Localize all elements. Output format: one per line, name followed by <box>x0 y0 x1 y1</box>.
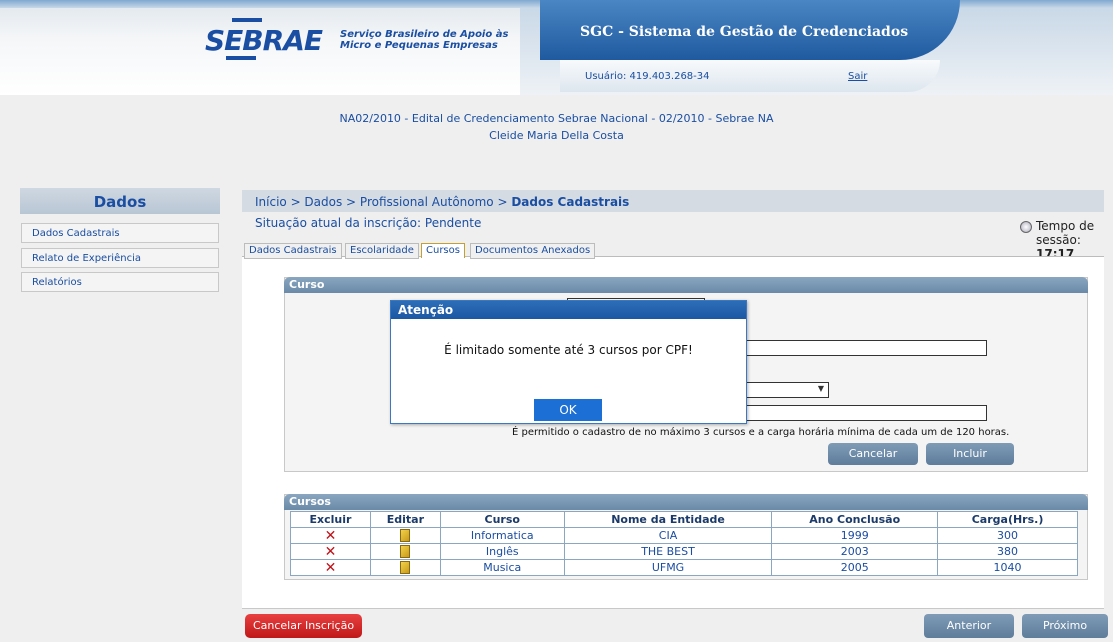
logo-bar <box>232 18 262 22</box>
delete-icon[interactable]: ✕ <box>325 544 337 560</box>
column-header: Ano Conclusão <box>771 511 939 528</box>
carga-cell: 1040 <box>937 559 1078 576</box>
sidebar-title: Dados <box>20 188 220 214</box>
edit-icon[interactable] <box>400 561 411 575</box>
curso-cell: Informatica <box>439 527 565 544</box>
edit-icon[interactable] <box>400 529 411 543</box>
column-header: Curso <box>439 511 565 528</box>
ano-select[interactable]: ▼ <box>745 382 829 398</box>
breadcrumb: Início > Dados > Profissional Autônomo >… <box>255 195 629 209</box>
curso-cell: Musica <box>439 559 565 576</box>
page-header: SEBRAE Serviço Brasileiro de Apoio às Mi… <box>0 0 1113 95</box>
cursos-section-title: Cursos <box>284 494 1088 510</box>
ok-button[interactable]: OK <box>534 399 602 421</box>
table-row: ✕ Informatica CIA 1999 300 <box>290 527 1078 544</box>
edit-cell <box>369 527 441 544</box>
entidade-field[interactable] <box>745 340 987 356</box>
table-row: ✕ Inglês THE BEST 2003 380 <box>290 543 1078 560</box>
column-header: Editar <box>369 511 441 528</box>
delete-cell: ✕ <box>290 559 371 576</box>
delete-cell: ✕ <box>290 527 371 544</box>
system-title: SGC - Sistema de Gestão de Credenciados <box>580 24 909 40</box>
include-button[interactable]: Incluir <box>926 443 1014 465</box>
column-header: Excluir <box>290 511 371 528</box>
user-name: Cleide Maria Della Costa <box>489 129 624 142</box>
logout-link[interactable]: Sair <box>848 71 867 82</box>
curso-cell: Inglês <box>439 543 565 560</box>
cursos-table: Excluir Editar Curso Nome da Entidade An… <box>290 511 1078 576</box>
delete-cell: ✕ <box>290 543 371 560</box>
ano-cell: 2005 <box>771 559 939 576</box>
tab-cursos[interactable]: Cursos <box>421 243 465 258</box>
delete-icon[interactable]: ✕ <box>325 560 337 576</box>
edit-cell <box>369 543 441 560</box>
cancel-registration-button[interactable]: Cancelar Inscrição <box>245 614 362 638</box>
delete-icon[interactable]: ✕ <box>325 528 337 544</box>
breadcrumb-current: Dados Cadastrais <box>511 195 630 209</box>
footer-divider <box>242 608 1104 609</box>
tab-escolaridade[interactable]: Escolaridade <box>345 243 419 259</box>
carga-cell: 300 <box>937 527 1078 544</box>
next-button[interactable]: Próximo <box>1022 614 1108 638</box>
table-header-row: Excluir Editar Curso Nome da Entidade An… <box>290 511 1078 528</box>
column-header: Carga(Hrs.) <box>937 511 1078 528</box>
user-id-label: Usuário: 419.403.268-34 <box>585 71 710 82</box>
ano-cell: 1999 <box>771 527 939 544</box>
session-timer-label: Tempo de sessão: <box>1036 219 1095 247</box>
registration-status: Situação atual da inscrição: Pendente <box>255 216 482 230</box>
ano-cell: 2003 <box>771 543 939 560</box>
alert-dialog: Atenção É limitado somente até 3 cursos … <box>390 300 747 424</box>
logo-subtitle-line: Serviço Brasileiro de Apoio às <box>340 29 509 40</box>
carga-cell: 380 <box>937 543 1078 560</box>
logo-subtitle-line: Micro e Pequenas Empresas <box>340 40 498 51</box>
sebrae-logo: SEBRAE <box>205 24 323 57</box>
clock-icon <box>1020 221 1032 233</box>
tab-documentos-anexados[interactable]: Documentos Anexados <box>470 243 596 259</box>
breadcrumb-path: Início > Dados > Profissional Autônomo > <box>255 195 512 209</box>
chevron-down-icon: ▼ <box>817 384 824 393</box>
edital-title: NA02/2010 - Edital de Credenciamento Seb… <box>339 112 774 125</box>
curso-section-title: Curso <box>284 277 1088 293</box>
sidebar-item-dados-cadastrais[interactable]: Dados Cadastrais <box>21 223 219 243</box>
carga-field[interactable] <box>745 405 987 421</box>
entidade-cell: CIA <box>563 527 773 544</box>
edit-icon[interactable] <box>400 545 411 559</box>
tab-dados-cadastrais[interactable]: Dados Cadastrais <box>244 243 342 259</box>
edital-info: NA02/2010 - Edital de Credenciamento Seb… <box>0 110 1113 144</box>
course-limit-note: É permitido o cadastro de no máximo 3 cu… <box>512 427 1010 438</box>
entidade-cell: UFMG <box>563 559 773 576</box>
edit-cell <box>369 559 441 576</box>
table-row: ✕ Musica UFMG 2005 1040 <box>290 559 1078 576</box>
logo-subtitle: Serviço Brasileiro de Apoio às Micro e P… <box>340 29 520 51</box>
previous-button[interactable]: Anterior <box>924 614 1014 638</box>
session-timer: Tempo de sessão: 17:17 <box>1036 219 1113 261</box>
sidebar-item-relatorios[interactable]: Relatórios <box>21 272 219 292</box>
dialog-message: É limitado somente até 3 cursos por CPF! <box>444 343 693 357</box>
cancel-button[interactable]: Cancelar <box>828 443 918 465</box>
dialog-title: Atenção <box>391 301 746 319</box>
column-header: Nome da Entidade <box>563 511 773 528</box>
sidebar-item-relato-experiencia[interactable]: Relato de Experiência <box>21 248 219 268</box>
entidade-cell: THE BEST <box>563 543 773 560</box>
